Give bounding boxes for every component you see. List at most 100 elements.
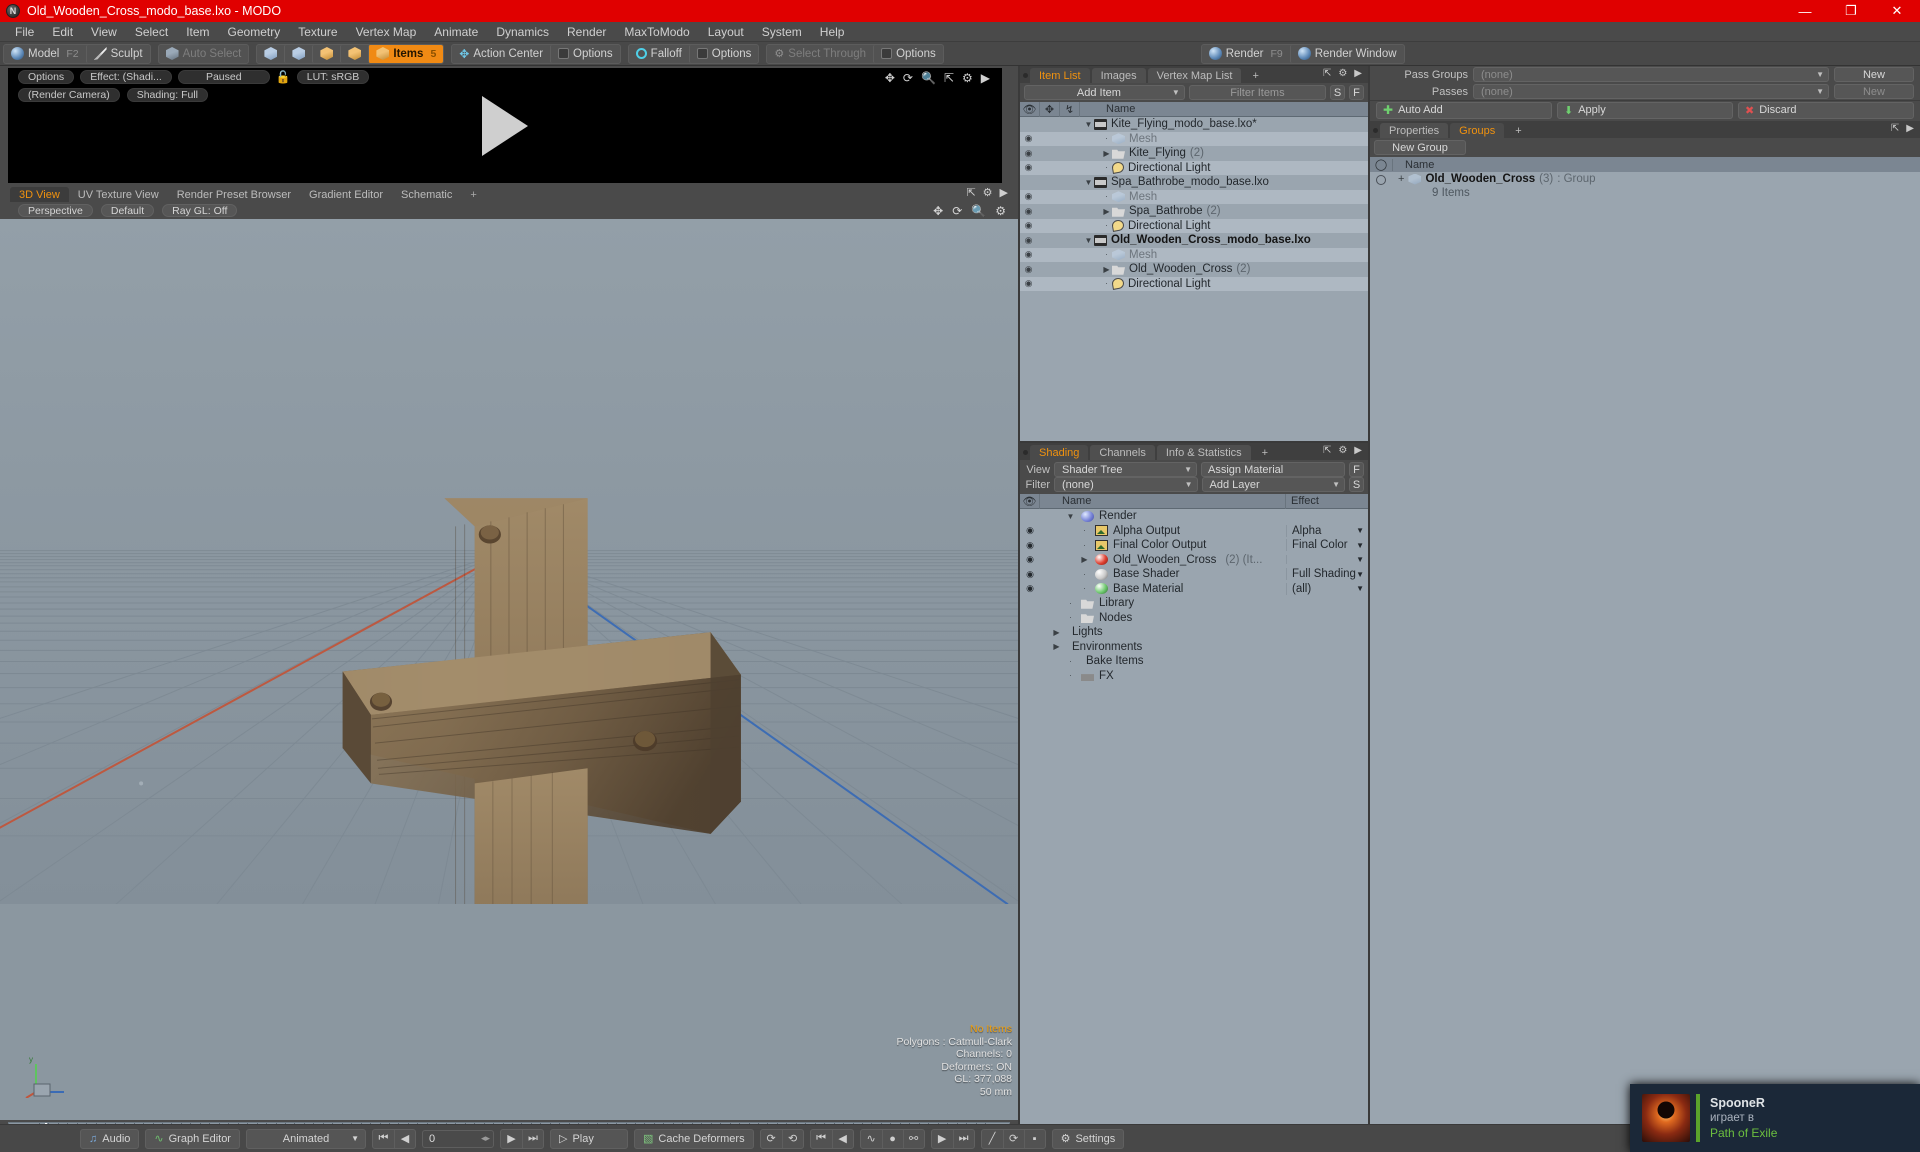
twirl-right-icon[interactable]: ▶ xyxy=(1101,207,1112,216)
col-eye-icon[interactable]: 👁 xyxy=(1020,493,1040,509)
menu-item-dynamics[interactable]: Dynamics xyxy=(487,23,558,41)
group-row[interactable]: + Old_Wooden_Cross (3): Group 9 Items xyxy=(1370,172,1920,200)
new-group-button[interactable]: New Group xyxy=(1374,140,1466,155)
twirl-right-icon[interactable]: ▶ xyxy=(1101,149,1112,158)
chevron-right-icon[interactable]: ▶ xyxy=(981,71,990,85)
row-name[interactable]: Mesh xyxy=(1112,249,1157,261)
row-eye-toggle[interactable]: ◉ xyxy=(1020,133,1037,144)
key-down-icon[interactable]: ⟲ xyxy=(781,1129,803,1148)
row-eye-toggle[interactable]: ◉ xyxy=(1020,264,1037,275)
settings-button[interactable]: ⚙ Settings xyxy=(1051,1128,1125,1149)
menu-item-edit[interactable]: Edit xyxy=(43,23,82,41)
menu-item-view[interactable]: View xyxy=(82,23,126,41)
falloff-button[interactable]: Falloff xyxy=(629,45,689,63)
edge-mode-button[interactable] xyxy=(284,44,312,63)
last-key-icon[interactable]: ⏭ xyxy=(952,1129,974,1148)
row-effect[interactable]: Final Color ▼ xyxy=(1286,539,1368,552)
cycle-icon[interactable]: ⟳ xyxy=(1002,1129,1024,1148)
menu-item-vertex-map[interactable]: Vertex Map xyxy=(347,23,426,41)
viewport-tab-uv-texture-view[interactable]: UV Texture View xyxy=(69,187,168,202)
apply-button[interactable]: ⬇ Apply xyxy=(1557,101,1733,119)
item-list-row[interactable]: ▼ Kite_Flying_modo_base.lxo* xyxy=(1020,117,1368,132)
tab-shading[interactable]: Shading xyxy=(1030,445,1089,460)
shader-tree-row[interactable]: · Library xyxy=(1020,596,1368,611)
row-name[interactable]: Old_Wooden_Cross (2) xyxy=(1112,263,1250,275)
twirl-right-icon[interactable]: ▶ xyxy=(1051,628,1062,637)
expand-icon[interactable]: ⇱ xyxy=(1323,445,1331,456)
preview-lut-button[interactable]: LUT: sRGB xyxy=(296,69,370,84)
row-effect[interactable]: ▼ xyxy=(1286,555,1368,565)
menu-item-file[interactable]: File xyxy=(6,23,43,41)
minimize-button[interactable]: — xyxy=(1782,0,1828,22)
item-list-s-button[interactable]: S xyxy=(1330,85,1345,100)
twirl-right-icon[interactable]: ▶ xyxy=(1051,642,1062,651)
chevron-right-icon[interactable]: ▶ xyxy=(1354,68,1362,79)
gear-icon[interactable]: ⚙ xyxy=(1338,68,1347,79)
polygon-mode-button[interactable] xyxy=(312,44,340,63)
shader-tree-row[interactable]: ◉ ▶ Old_Wooden_Cross (2) (It... ▼ xyxy=(1020,553,1368,568)
play-triangle-icon[interactable] xyxy=(482,95,528,156)
row-name[interactable]: Directional Light xyxy=(1111,161,1210,175)
falloff-options-button[interactable]: Options xyxy=(688,44,759,63)
row-name[interactable]: ▶ Lights xyxy=(1040,626,1286,638)
shader-tree-row[interactable]: ▼ Render xyxy=(1020,509,1368,524)
viewport-tab-3d-view[interactable]: 3D View xyxy=(10,187,69,202)
play-button[interactable]: ▷ Play xyxy=(549,1128,628,1149)
row-eye-toggle[interactable]: ◉ xyxy=(1020,540,1040,551)
tab-add[interactable]: + xyxy=(1506,123,1530,138)
delete-key-icon[interactable]: ⚯ xyxy=(902,1129,924,1148)
row-eye-toggle[interactable]: ◉ xyxy=(1020,554,1040,565)
chevron-right-icon[interactable]: ▶ xyxy=(1906,123,1914,134)
row-eye-toggle[interactable]: ◉ xyxy=(1020,525,1040,536)
row-name[interactable]: Kite_Flying (2) xyxy=(1112,147,1204,159)
chevron-right-icon[interactable]: ▶ xyxy=(1354,445,1362,456)
close-button[interactable]: ✕ xyxy=(1874,0,1920,22)
group-expand-icon[interactable]: + xyxy=(1398,172,1404,186)
pass-groups-new-button[interactable]: New xyxy=(1834,67,1914,82)
row-name[interactable]: ▶ Old_Wooden_Cross (2) (It... xyxy=(1040,554,1286,566)
region-icon[interactable]: ▪ xyxy=(1023,1129,1045,1148)
row-eye-toggle[interactable]: ◉ xyxy=(1020,191,1037,202)
chevron-down-icon[interactable]: ▼ xyxy=(1356,541,1364,550)
fit-icon[interactable]: ⇱ xyxy=(944,71,954,85)
tab-add[interactable]: + xyxy=(1243,68,1267,83)
row-name[interactable]: Mesh xyxy=(1112,191,1157,203)
expand-icon[interactable]: ⇱ xyxy=(1323,68,1331,79)
row-eye-toggle[interactable]: ◉ xyxy=(1020,278,1037,289)
chevron-right-icon[interactable]: ▶ xyxy=(1000,186,1008,199)
chevron-down-icon[interactable]: ▼ xyxy=(1356,570,1364,579)
row-name[interactable]: Mesh xyxy=(1112,133,1157,145)
menu-item-item[interactable]: Item xyxy=(177,23,218,41)
row-name[interactable]: Spa_Bathrobe (2) xyxy=(1112,205,1221,217)
item-list-f-button[interactable]: F xyxy=(1349,85,1364,100)
add-item-dropdown[interactable]: Add Item ▼ xyxy=(1024,85,1185,100)
move-icon[interactable]: ✥ xyxy=(885,71,895,85)
groups-col-name[interactable]: Name xyxy=(1392,158,1920,171)
zoom-icon[interactable]: 🔍 xyxy=(921,71,936,85)
menu-item-help[interactable]: Help xyxy=(811,23,854,41)
row-name[interactable]: · Nodes xyxy=(1040,612,1286,624)
item-list-row[interactable]: ◉ · Directional Light xyxy=(1020,160,1368,175)
tab-item-list[interactable]: Item List xyxy=(1030,68,1090,83)
preview-effect-button[interactable]: Effect: (Shadi... xyxy=(80,69,172,84)
gear-icon[interactable]: ⚙ xyxy=(983,186,993,199)
groups-tree[interactable]: + Old_Wooden_Cross (3): Group 9 Items xyxy=(1370,172,1920,1152)
shader-tree-row[interactable]: ◉ · Final Color Output Final Color ▼ xyxy=(1020,538,1368,553)
mode-sculpt-button[interactable]: Sculpt xyxy=(85,44,150,63)
audio-button[interactable]: ♫ Audio xyxy=(80,1128,140,1149)
unlock-icon[interactable]: 🔓 xyxy=(276,70,291,84)
items-mode-button[interactable]: Items 5 xyxy=(368,44,444,63)
rotate-icon[interactable]: ⟳ xyxy=(903,71,913,85)
row-name[interactable]: Spa_Bathrobe_modo_base.lxo xyxy=(1094,176,1269,188)
menu-item-select[interactable]: Select xyxy=(126,23,177,41)
step-forward-button[interactable]: ▶ xyxy=(501,1130,522,1148)
item-list-row[interactable]: ◉ ▼ Old_Wooden_Cross_modo_base.lxo xyxy=(1020,233,1368,248)
viewport-tab-render-preset-browser[interactable]: Render Preset Browser xyxy=(168,187,300,202)
frame-stepper-icon[interactable]: ◂▸ xyxy=(481,1133,490,1144)
shader-tree-row[interactable]: ◉ · Base Shader Full Shading ▼ xyxy=(1020,567,1368,582)
menu-item-layout[interactable]: Layout xyxy=(699,23,753,41)
shading-s-button[interactable]: S xyxy=(1349,477,1364,492)
row-eye-toggle[interactable]: ◉ xyxy=(1020,148,1037,159)
passes-new-button[interactable]: New xyxy=(1834,84,1914,99)
material-mode-button[interactable] xyxy=(340,44,368,63)
